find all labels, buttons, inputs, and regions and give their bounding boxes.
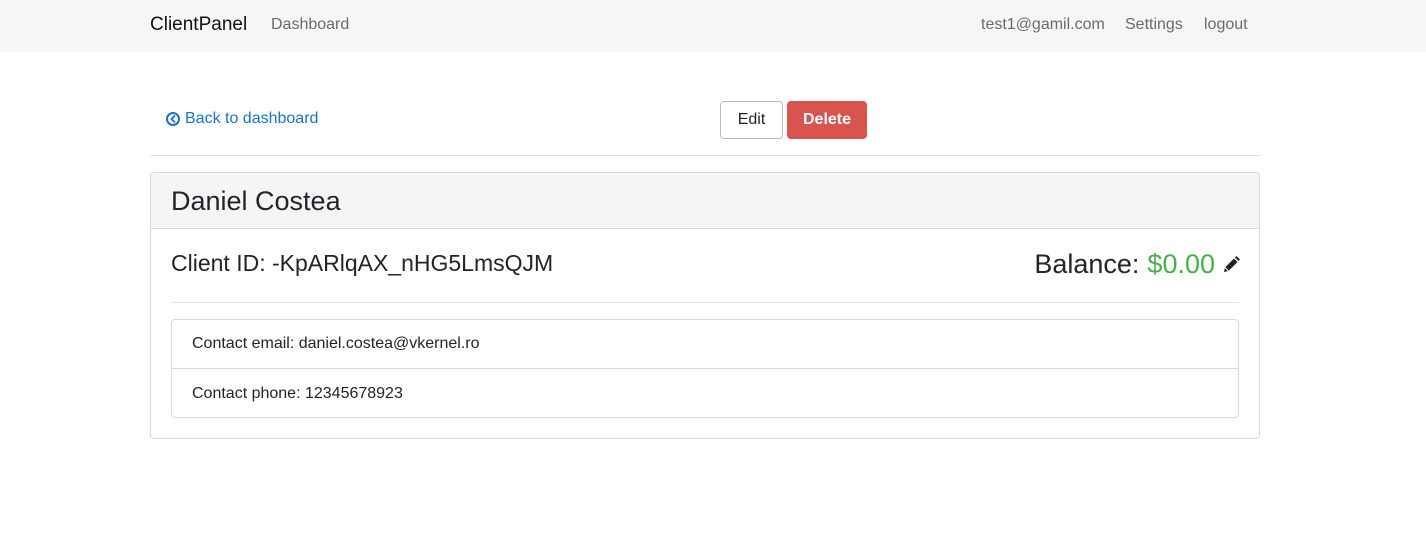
balance-amount: $0.00 xyxy=(1147,249,1215,279)
contact-phone-item: Contact phone: 12345678923 xyxy=(192,384,403,402)
back-to-dashboard-link[interactable]: Back to dashboard xyxy=(166,110,318,128)
balance: Balance: $0.00 xyxy=(1034,249,1241,280)
nav-dashboard-link[interactable]: Dashboard xyxy=(271,16,349,34)
back-to-dashboard-label: Back to dashboard xyxy=(185,110,319,127)
nav-logout-link[interactable]: logout xyxy=(1204,16,1248,34)
divider xyxy=(150,155,1260,156)
card-header: Daniel Costea xyxy=(151,173,1259,229)
contact-email-item: Contact email: daniel.costea@vkernel.ro xyxy=(172,320,1238,369)
circle-arrow-left-icon xyxy=(166,112,180,126)
navbar: ClientPanel Dashboard test1@gamil.com Se… xyxy=(0,0,1426,52)
nav-settings-link[interactable]: Settings xyxy=(1125,16,1183,34)
edit-button[interactable]: Edit xyxy=(720,101,783,139)
contact-list: Contact email: daniel.costea@vkernel.ro … xyxy=(171,319,1239,418)
balance-label: Balance: xyxy=(1034,249,1140,279)
client-id: Client ID: -KpARlqAX_nHG5LmsQJM xyxy=(171,250,554,276)
card-divider xyxy=(171,302,1239,303)
brand-link[interactable]: ClientPanel xyxy=(150,14,247,36)
client-card: Daniel Costea Client ID: -KpARlqAX_nHG5L… xyxy=(150,172,1260,439)
client-name: Daniel Costea xyxy=(171,186,341,216)
nav-user-email-link[interactable]: test1@gamil.com xyxy=(981,16,1105,34)
pencil-icon[interactable] xyxy=(1221,255,1241,275)
delete-button[interactable]: Delete xyxy=(787,101,867,139)
